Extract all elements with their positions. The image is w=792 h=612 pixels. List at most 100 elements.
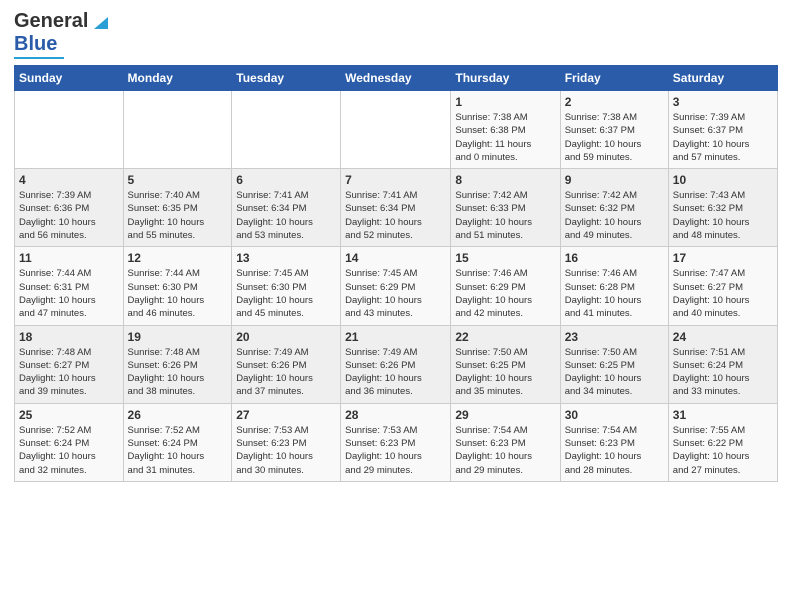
day-info: Sunrise: 7:42 AM Sunset: 6:33 PM Dayligh… xyxy=(455,189,555,242)
calendar-table: SundayMondayTuesdayWednesdayThursdayFrid… xyxy=(14,65,778,482)
day-number: 29 xyxy=(455,408,555,422)
day-number: 14 xyxy=(345,251,446,265)
calendar-week-row: 11 Sunrise: 7:44 AM Sunset: 6:31 PM Dayli… xyxy=(15,247,778,325)
day-info: Sunrise: 7:39 AM Sunset: 6:37 PM Dayligh… xyxy=(673,111,773,164)
day-number: 18 xyxy=(19,330,119,344)
day-number: 19 xyxy=(128,330,228,344)
day-info: Sunrise: 7:54 AM Sunset: 6:23 PM Dayligh… xyxy=(455,424,555,477)
day-info: Sunrise: 7:52 AM Sunset: 6:24 PM Dayligh… xyxy=(19,424,119,477)
day-info: Sunrise: 7:38 AM Sunset: 6:38 PM Dayligh… xyxy=(455,111,555,164)
day-number: 5 xyxy=(128,173,228,187)
calendar-day-header: Tuesday xyxy=(232,66,341,91)
day-info: Sunrise: 7:41 AM Sunset: 6:34 PM Dayligh… xyxy=(345,189,446,242)
page: General Blue SundayMondayTuesdayWednesda… xyxy=(0,0,792,496)
calendar-day-cell: 25Sunrise: 7:52 AM Sunset: 6:24 PM Dayli… xyxy=(15,403,124,481)
logo-triangle-icon xyxy=(90,13,108,31)
day-number: 8 xyxy=(455,173,555,187)
calendar-day-cell: 2Sunrise: 7:38 AM Sunset: 6:37 PM Daylig… xyxy=(560,91,668,169)
calendar-week-row: 18 Sunrise: 7:48 AM Sunset: 6:27 PM Dayli… xyxy=(15,325,778,403)
calendar-day-header: Wednesday xyxy=(341,66,451,91)
calendar-day-cell: 12 Sunrise: 7:44 AM Sunset: 6:30 PM Dayli… xyxy=(123,247,232,325)
calendar-day-header: Friday xyxy=(560,66,668,91)
day-info: Sunrise: 7:39 AM Sunset: 6:36 PM Dayligh… xyxy=(19,189,119,242)
day-info: Sunrise: 7:47 AM Sunset: 6:27 PM Dayligh… xyxy=(673,267,773,320)
day-info: Sunrise: 7:54 AM Sunset: 6:23 PM Dayligh… xyxy=(565,424,664,477)
calendar-day-cell xyxy=(15,91,124,169)
calendar-day-cell: 28 Sunrise: 7:53 AM Sunset: 6:23 PM Dayli… xyxy=(341,403,451,481)
day-info: Sunrise: 7:48 AM Sunset: 6:26 PM Dayligh… xyxy=(128,346,228,399)
day-info: Sunrise: 7:46 AM Sunset: 6:29 PM Dayligh… xyxy=(455,267,555,320)
calendar-day-cell: 24 Sunrise: 7:51 AM Sunset: 6:24 PM Dayli… xyxy=(668,325,777,403)
day-number: 2 xyxy=(565,95,664,109)
day-number: 12 xyxy=(128,251,228,265)
day-info: Sunrise: 7:44 AM Sunset: 6:31 PM Dayligh… xyxy=(19,267,119,320)
calendar-day-cell: 19 Sunrise: 7:48 AM Sunset: 6:26 PM Dayli… xyxy=(123,325,232,403)
day-info: Sunrise: 7:49 AM Sunset: 6:26 PM Dayligh… xyxy=(236,346,336,399)
day-number: 17 xyxy=(673,251,773,265)
calendar-day-cell: 16 Sunrise: 7:46 AM Sunset: 6:28 PM Dayli… xyxy=(560,247,668,325)
day-info: Sunrise: 7:49 AM Sunset: 6:26 PM Dayligh… xyxy=(345,346,446,399)
day-number: 10 xyxy=(673,173,773,187)
logo: General Blue xyxy=(14,10,108,59)
day-number: 23 xyxy=(565,330,664,344)
day-info: Sunrise: 7:43 AM Sunset: 6:32 PM Dayligh… xyxy=(673,189,773,242)
calendar-day-cell: 11 Sunrise: 7:44 AM Sunset: 6:31 PM Dayli… xyxy=(15,247,124,325)
day-number: 7 xyxy=(345,173,446,187)
calendar-day-cell: 18 Sunrise: 7:48 AM Sunset: 6:27 PM Dayli… xyxy=(15,325,124,403)
calendar-day-header: Saturday xyxy=(668,66,777,91)
calendar-day-cell xyxy=(123,91,232,169)
day-number: 13 xyxy=(236,251,336,265)
day-number: 28 xyxy=(345,408,446,422)
day-number: 11 xyxy=(19,251,119,265)
calendar-day-cell: 30 Sunrise: 7:54 AM Sunset: 6:23 PM Dayli… xyxy=(560,403,668,481)
logo-underline xyxy=(14,57,64,59)
calendar-day-cell: 17 Sunrise: 7:47 AM Sunset: 6:27 PM Dayli… xyxy=(668,247,777,325)
calendar-day-cell: 31Sunrise: 7:55 AM Sunset: 6:22 PM Dayli… xyxy=(668,403,777,481)
calendar-day-cell: 8 Sunrise: 7:42 AM Sunset: 6:33 PM Daylig… xyxy=(451,169,560,247)
day-number: 22 xyxy=(455,330,555,344)
calendar-day-cell: 20Sunrise: 7:49 AM Sunset: 6:26 PM Dayli… xyxy=(232,325,341,403)
calendar-header-row: SundayMondayTuesdayWednesdayThursdayFrid… xyxy=(15,66,778,91)
calendar-day-cell: 26Sunrise: 7:52 AM Sunset: 6:24 PM Dayli… xyxy=(123,403,232,481)
day-info: Sunrise: 7:55 AM Sunset: 6:22 PM Dayligh… xyxy=(673,424,773,477)
calendar-day-cell: 14Sunrise: 7:45 AM Sunset: 6:29 PM Dayli… xyxy=(341,247,451,325)
calendar-day-cell: 1Sunrise: 7:38 AM Sunset: 6:38 PM Daylig… xyxy=(451,91,560,169)
day-number: 26 xyxy=(128,408,228,422)
day-number: 30 xyxy=(565,408,664,422)
calendar-day-header: Monday xyxy=(123,66,232,91)
calendar-day-cell: 23Sunrise: 7:50 AM Sunset: 6:25 PM Dayli… xyxy=(560,325,668,403)
calendar-day-cell xyxy=(232,91,341,169)
calendar-week-row: 25Sunrise: 7:52 AM Sunset: 6:24 PM Dayli… xyxy=(15,403,778,481)
calendar-day-cell: 22 Sunrise: 7:50 AM Sunset: 6:25 PM Dayli… xyxy=(451,325,560,403)
day-info: Sunrise: 7:46 AM Sunset: 6:28 PM Dayligh… xyxy=(565,267,664,320)
calendar-day-cell: 3 Sunrise: 7:39 AM Sunset: 6:37 PM Daylig… xyxy=(668,91,777,169)
calendar-week-row: 1Sunrise: 7:38 AM Sunset: 6:38 PM Daylig… xyxy=(15,91,778,169)
day-info: Sunrise: 7:40 AM Sunset: 6:35 PM Dayligh… xyxy=(128,189,228,242)
calendar-week-row: 4 Sunrise: 7:39 AM Sunset: 6:36 PM Daylig… xyxy=(15,169,778,247)
day-info: Sunrise: 7:45 AM Sunset: 6:30 PM Dayligh… xyxy=(236,267,336,320)
day-number: 4 xyxy=(19,173,119,187)
day-number: 24 xyxy=(673,330,773,344)
day-number: 3 xyxy=(673,95,773,109)
calendar-day-cell: 7 Sunrise: 7:41 AM Sunset: 6:34 PM Daylig… xyxy=(341,169,451,247)
calendar-day-cell xyxy=(341,91,451,169)
calendar-day-cell: 5 Sunrise: 7:40 AM Sunset: 6:35 PM Daylig… xyxy=(123,169,232,247)
calendar-day-header: Sunday xyxy=(15,66,124,91)
day-info: Sunrise: 7:53 AM Sunset: 6:23 PM Dayligh… xyxy=(345,424,446,477)
day-number: 9 xyxy=(565,173,664,187)
day-number: 16 xyxy=(565,251,664,265)
logo-blue-text: Blue xyxy=(14,33,57,56)
day-number: 21 xyxy=(345,330,446,344)
day-info: Sunrise: 7:48 AM Sunset: 6:27 PM Dayligh… xyxy=(19,346,119,399)
day-info: Sunrise: 7:50 AM Sunset: 6:25 PM Dayligh… xyxy=(455,346,555,399)
calendar-day-cell: 9 Sunrise: 7:42 AM Sunset: 6:32 PM Daylig… xyxy=(560,169,668,247)
day-info: Sunrise: 7:41 AM Sunset: 6:34 PM Dayligh… xyxy=(236,189,336,242)
day-info: Sunrise: 7:44 AM Sunset: 6:30 PM Dayligh… xyxy=(128,267,228,320)
calendar-day-cell: 4 Sunrise: 7:39 AM Sunset: 6:36 PM Daylig… xyxy=(15,169,124,247)
header: General Blue xyxy=(14,10,778,59)
calendar-day-cell: 13 Sunrise: 7:45 AM Sunset: 6:30 PM Dayli… xyxy=(232,247,341,325)
calendar-day-cell: 29 Sunrise: 7:54 AM Sunset: 6:23 PM Dayli… xyxy=(451,403,560,481)
day-info: Sunrise: 7:42 AM Sunset: 6:32 PM Dayligh… xyxy=(565,189,664,242)
day-number: 15 xyxy=(455,251,555,265)
day-info: Sunrise: 7:51 AM Sunset: 6:24 PM Dayligh… xyxy=(673,346,773,399)
